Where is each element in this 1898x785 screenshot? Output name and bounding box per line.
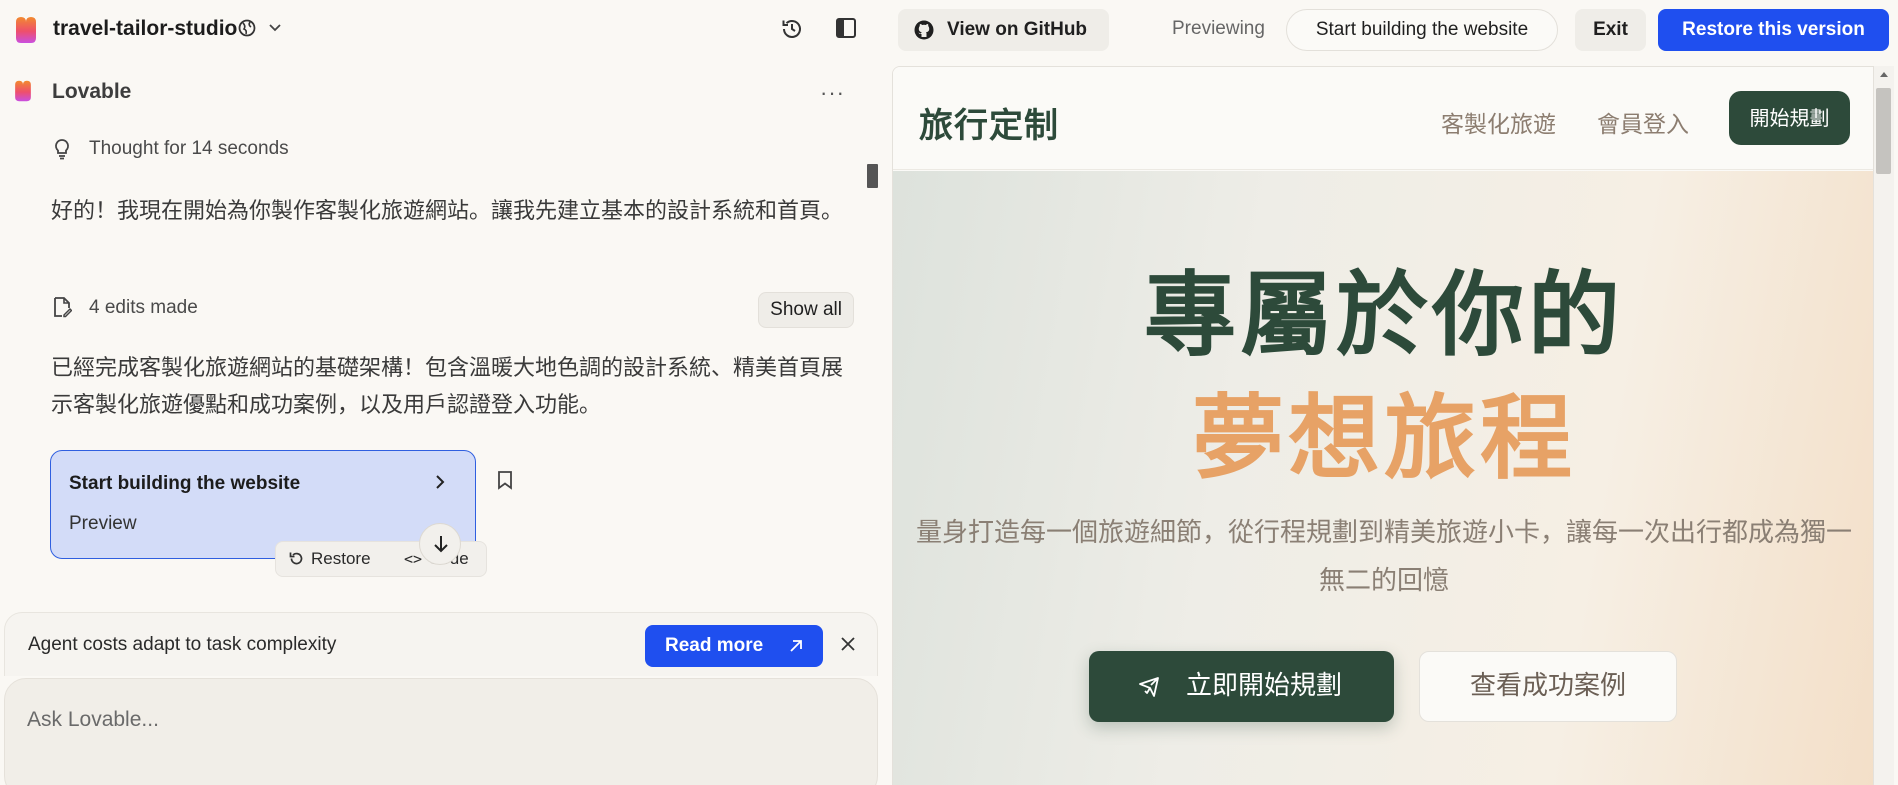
nav-start-planning-button[interactable]: 開始規劃	[1729, 91, 1850, 145]
github-icon	[914, 20, 934, 40]
restore-version-button[interactable]: Restore this version	[1658, 9, 1889, 51]
thought-text: Thought for 14 seconds	[89, 138, 289, 159]
view-cases-button[interactable]: 查看成功案例	[1419, 651, 1677, 722]
hero-title-line1: 專屬於你的	[1143, 262, 1624, 369]
assistant-message: 好的！我現在開始為你製作客製化旅遊網站。讓我先建立基本的設計系統和首頁。	[51, 199, 844, 224]
hero-title-line2: 夢想旅程	[1191, 385, 1576, 492]
read-more-label: Read more	[665, 635, 764, 656]
chevron-down-icon[interactable]	[268, 21, 282, 35]
show-all-button[interactable]: Show all	[758, 292, 854, 328]
previewing-version-pill[interactable]: Start building the website	[1286, 9, 1558, 51]
restore-button[interactable]: Restore	[288, 549, 371, 569]
restore-label: Restore	[311, 549, 371, 568]
close-icon[interactable]	[839, 635, 857, 653]
scroll-to-bottom-button[interactable]	[419, 523, 461, 565]
globe-icon	[238, 19, 256, 37]
nav-link-member-login[interactable]: 會員登入	[1597, 105, 1689, 139]
exit-button[interactable]: Exit	[1575, 9, 1646, 51]
bookmark-icon[interactable]	[497, 470, 513, 490]
arrow-down-icon	[434, 536, 448, 553]
site-brand[interactable]: 旅行定制	[919, 98, 1059, 147]
external-arrow-icon	[790, 640, 802, 652]
code-icon: <>	[404, 550, 423, 568]
edits-summary: 4 edits made Show all	[52, 292, 854, 328]
chat-scrollbar[interactable]	[867, 164, 878, 188]
notice-banner: Agent costs adapt to task complexity Rea…	[4, 612, 878, 676]
read-more-button[interactable]: Read more	[645, 625, 823, 667]
site-navbar: 旅行定制 客製化旅遊 會員登入 開始規劃	[893, 67, 1873, 170]
project-name[interactable]: travel-tailor-studio	[53, 17, 237, 41]
restore-icon	[289, 552, 303, 565]
site-preview: 旅行定制 客製化旅遊 會員登入 開始規劃 專屬於你的 夢想旅程 量身打造每一個旅…	[892, 66, 1874, 785]
chat-composer[interactable]: Ask Lovable...	[4, 678, 878, 785]
plane-icon	[1139, 677, 1159, 697]
history-icon[interactable]	[780, 17, 804, 41]
more-options-icon[interactable]: ···	[820, 80, 845, 106]
preview-scroll-thumb[interactable]	[1876, 88, 1891, 174]
composer-input[interactable]: Ask Lovable...	[27, 708, 159, 732]
version-card-subtitle: Preview	[69, 513, 137, 534]
notice-text: Agent costs adapt to task complexity	[28, 634, 337, 655]
hero-section: 專屬於你的 夢想旅程 量身打造每一個旅遊細節，從行程規劃到精美旅遊小卡，讓每一次…	[893, 171, 1873, 785]
project-topbar: travel-tailor-studio	[0, 0, 890, 60]
scroll-up-arrow-icon[interactable]	[1879, 70, 1889, 78]
assistant-message: 已經完成客製化旅遊網站的基礎架構！包含溫暖大地色調的設計系統、精美首頁展示客製化…	[51, 356, 844, 418]
lightbulb-icon	[55, 139, 69, 160]
nav-link-custom-travel[interactable]: 客製化旅遊	[1441, 105, 1556, 139]
chevron-right-icon	[436, 475, 445, 489]
hero-subtitle: 量身打造每一個旅遊細節，從行程規劃到精美旅遊小卡，讓每一次出行都成為獨一無二的回…	[915, 518, 1852, 596]
start-planning-button[interactable]: 立即開始規劃	[1089, 651, 1394, 722]
previewing-label: Previewing	[1172, 18, 1265, 39]
view-on-github-button[interactable]: View on GitHub	[898, 9, 1109, 51]
start-planning-label: 立即開始規劃	[1186, 671, 1343, 701]
github-label: View on GitHub	[947, 19, 1088, 40]
chat-panel: travel-tailor-studio Lovable ··· Thought…	[0, 0, 890, 785]
lovable-logo-icon[interactable]	[12, 16, 40, 44]
agent-name: Lovable	[52, 80, 132, 103]
sidebar-toggle-icon[interactable]	[835, 17, 857, 39]
agent-avatar-icon	[15, 80, 31, 102]
version-card-title: Start building the website	[69, 473, 301, 494]
file-edit-icon	[54, 297, 72, 318]
edits-count: 4 edits made	[89, 297, 198, 318]
